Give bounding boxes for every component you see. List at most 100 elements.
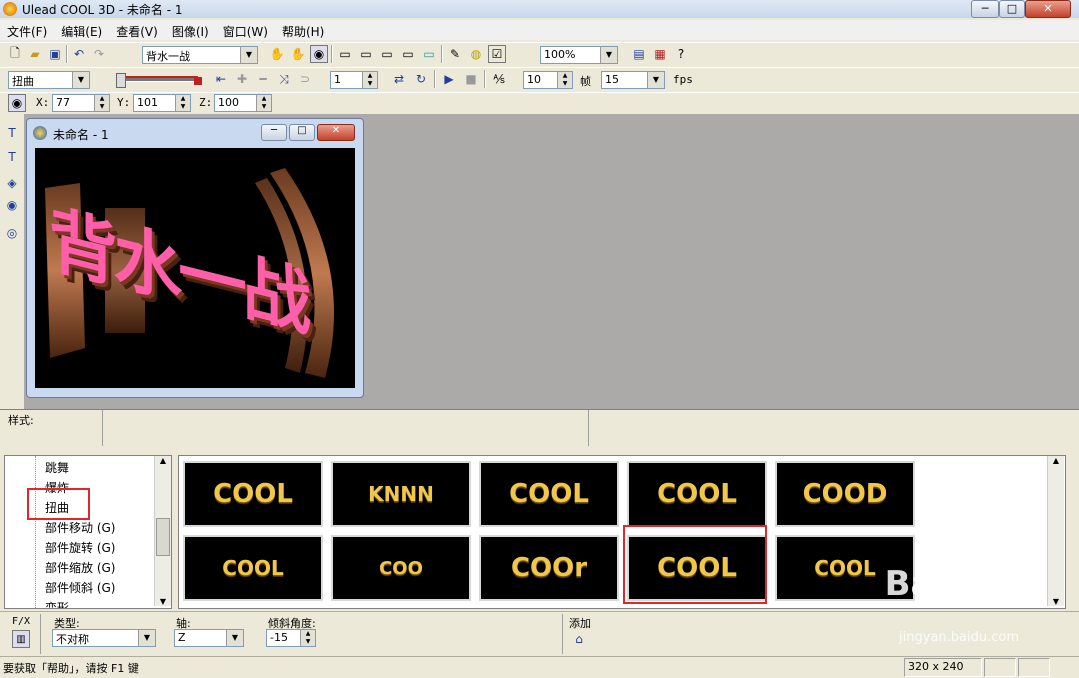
bevel-2-icon[interactable]: ▭ bbox=[357, 45, 375, 63]
x-spin[interactable]: 77 ▲ ▼ bbox=[52, 94, 110, 112]
doc-close-button[interactable]: ✕ bbox=[317, 124, 355, 141]
add-effect-icon[interactable]: ⌂ bbox=[570, 630, 588, 648]
z-label: Z: bbox=[199, 96, 213, 109]
status-panel-3 bbox=[1018, 658, 1050, 677]
object-toolbar: T T ◈ ◉ ◎ bbox=[0, 114, 25, 409]
y-spin[interactable]: 101 ▲ ▼ bbox=[133, 94, 191, 112]
new-file-icon[interactable]: 🗋 bbox=[6, 45, 24, 63]
fx-label: F/X bbox=[12, 616, 31, 627]
insert-text-icon[interactable]: T bbox=[3, 124, 21, 142]
x-label: X: bbox=[36, 96, 50, 109]
document-window[interactable]: 未命名 - 1 ─ □ ✕ 背水一战 bbox=[26, 118, 364, 398]
z-spin[interactable]: 100 ▲ ▼ bbox=[214, 94, 272, 112]
menu-view[interactable]: 查看(V) bbox=[109, 20, 165, 43]
status-panel-2 bbox=[984, 658, 1016, 677]
keyframe-prev-icon[interactable]: ⇤ bbox=[212, 70, 230, 88]
toolbar-animation: 扭曲 ▼ ⇤ ✚ ━ ⤨ ⊃ 1 ▲ ▼ ⇄ ↻ ▶ ■ ⅍ 10 ▲ ▼ 帧 15… bbox=[0, 67, 1079, 93]
help-pointer-icon[interactable]: ? bbox=[672, 45, 690, 63]
type-combo[interactable]: 不对称 ▼ bbox=[52, 629, 156, 647]
reverse-icon[interactable]: ⤨ bbox=[275, 70, 293, 88]
tree-item[interactable]: 变形 bbox=[45, 599, 69, 608]
select-object-icon[interactable]: ◉ bbox=[3, 196, 21, 214]
chart-icon[interactable]: ☑ bbox=[488, 45, 506, 63]
hand-move-icon[interactable]: ✋ bbox=[268, 45, 286, 63]
tree-item[interactable]: 部件倾斜 (G) bbox=[45, 579, 115, 596]
remove-keyframe-icon[interactable]: ━ bbox=[254, 70, 272, 88]
frames-count-spin[interactable]: 10 ▲ ▼ bbox=[523, 71, 573, 89]
zoom-combo[interactable]: 100% ▼ bbox=[540, 46, 618, 64]
thumbnail[interactable]: KNNN bbox=[331, 461, 471, 527]
repeat-icon[interactable]: ↻ bbox=[412, 70, 430, 88]
effect-combo[interactable]: 扭曲 ▼ bbox=[8, 71, 90, 89]
slider-thumb[interactable] bbox=[116, 73, 126, 88]
menu-edit[interactable]: 编辑(E) bbox=[54, 20, 109, 43]
preview-canvas[interactable]: 背水一战 bbox=[35, 148, 355, 388]
position-object-icon[interactable]: ◉ bbox=[8, 94, 26, 112]
add-label: 添加 bbox=[569, 617, 591, 630]
play-icon[interactable]: ▶ bbox=[440, 70, 458, 88]
bevel-1-icon[interactable]: ▭ bbox=[336, 45, 354, 63]
fps-combo[interactable]: 15 ▼ bbox=[601, 71, 665, 89]
tree-scrollbar[interactable]: ▲ ▼ bbox=[154, 456, 171, 606]
light-icon[interactable]: ✎ bbox=[446, 45, 464, 63]
web-icon[interactable]: ▦ bbox=[651, 45, 669, 63]
frame-slider[interactable] bbox=[102, 71, 204, 89]
open-folder-icon[interactable]: ▰ bbox=[26, 45, 44, 63]
minimize-button[interactable]: ─ bbox=[971, 0, 999, 18]
bevel-3-icon[interactable]: ▭ bbox=[378, 45, 396, 63]
close-button[interactable]: ✕ bbox=[1025, 0, 1071, 18]
fx-toggle-icon[interactable]: ▥ bbox=[12, 630, 30, 648]
menu-window[interactable]: 窗口(W) bbox=[216, 20, 275, 43]
scroll-up-icon[interactable]: ▲ bbox=[1048, 456, 1064, 465]
doc-minimize-button[interactable]: ─ bbox=[261, 124, 287, 141]
thumbnail[interactable]: COOL bbox=[183, 535, 323, 601]
thumbnail[interactable]: COO bbox=[331, 535, 471, 601]
tree-item[interactable]: 部件缩放 (G) bbox=[45, 559, 115, 576]
doc-maximize-button[interactable]: □ bbox=[289, 124, 315, 141]
text-object-combo[interactable]: 背水一战 ▼ bbox=[142, 46, 258, 64]
tree-item[interactable]: 跳舞 bbox=[45, 459, 69, 476]
scroll-thumb[interactable] bbox=[156, 518, 170, 556]
stop-icon[interactable]: ■ bbox=[462, 70, 480, 88]
scroll-up-icon[interactable]: ▲ bbox=[155, 456, 171, 465]
angle-spin[interactable]: -15 ▲ ▼ bbox=[266, 629, 316, 647]
attr-divider bbox=[40, 614, 41, 654]
redo-icon[interactable]: ↷ bbox=[90, 45, 108, 63]
current-frame-spin[interactable]: 1 ▲ ▼ bbox=[330, 71, 378, 89]
add-keyframe-icon[interactable]: ✚ bbox=[233, 70, 251, 88]
chevron-down-icon: ▼ bbox=[240, 47, 257, 63]
bevel-5-icon[interactable]: ▭ bbox=[420, 45, 438, 63]
thumbnail[interactable]: COOL bbox=[627, 461, 767, 527]
tree-item[interactable]: 部件旋转 (G) bbox=[45, 539, 115, 556]
thumbnail[interactable]: COOr bbox=[479, 535, 619, 601]
bevel-4-icon[interactable]: ▭ bbox=[399, 45, 417, 63]
menu-help[interactable]: 帮助(H) bbox=[275, 20, 331, 43]
geometry-icon[interactable]: ◎ bbox=[3, 224, 21, 242]
save-icon[interactable]: ▣ bbox=[46, 45, 64, 63]
zoom-object-icon[interactable]: ◉ bbox=[310, 45, 328, 63]
slider-end-marker[interactable] bbox=[194, 77, 202, 85]
axis-combo[interactable]: Z ▼ bbox=[174, 629, 244, 647]
undo-icon[interactable]: ↶ bbox=[70, 45, 88, 63]
rotate-hand-icon[interactable]: ✋ bbox=[289, 45, 307, 63]
effects-tree[interactable]: 跳舞 爆炸 扭曲 部件移动 (G) 部件旋转 (G) 部件缩放 (G) 部件倾斜… bbox=[4, 455, 172, 609]
insert-shape-icon[interactable]: ◈ bbox=[3, 174, 21, 192]
scroll-down-icon[interactable]: ▼ bbox=[1048, 597, 1064, 606]
maximize-button[interactable]: □ bbox=[999, 0, 1025, 18]
tree-item[interactable]: 部件移动 (G) bbox=[45, 519, 115, 536]
smooth-icon[interactable]: ⊃ bbox=[296, 70, 314, 88]
thumbnail[interactable]: COOL bbox=[479, 461, 619, 527]
thumbnail[interactable]: COOL bbox=[183, 461, 323, 527]
loop-icon[interactable]: ⇄ bbox=[390, 70, 408, 88]
export-icon[interactable]: ▤ bbox=[630, 45, 648, 63]
menu-file[interactable]: 文件(F) bbox=[0, 20, 54, 43]
spin-arrows-icon: ▲ ▼ bbox=[362, 72, 377, 88]
spin-arrows-icon: ▲ ▼ bbox=[300, 630, 315, 646]
scroll-down-icon[interactable]: ▼ bbox=[155, 597, 171, 606]
globe-icon[interactable]: ◍ bbox=[467, 45, 485, 63]
menu-image[interactable]: 图像(I) bbox=[165, 20, 216, 43]
thumbnail[interactable]: COOD bbox=[775, 461, 915, 527]
edit-text-icon[interactable]: T bbox=[3, 148, 21, 166]
thumbnail-scrollbar[interactable]: ▲ ▼ bbox=[1047, 456, 1064, 606]
timeline-icon[interactable]: ⅍ bbox=[490, 70, 508, 88]
